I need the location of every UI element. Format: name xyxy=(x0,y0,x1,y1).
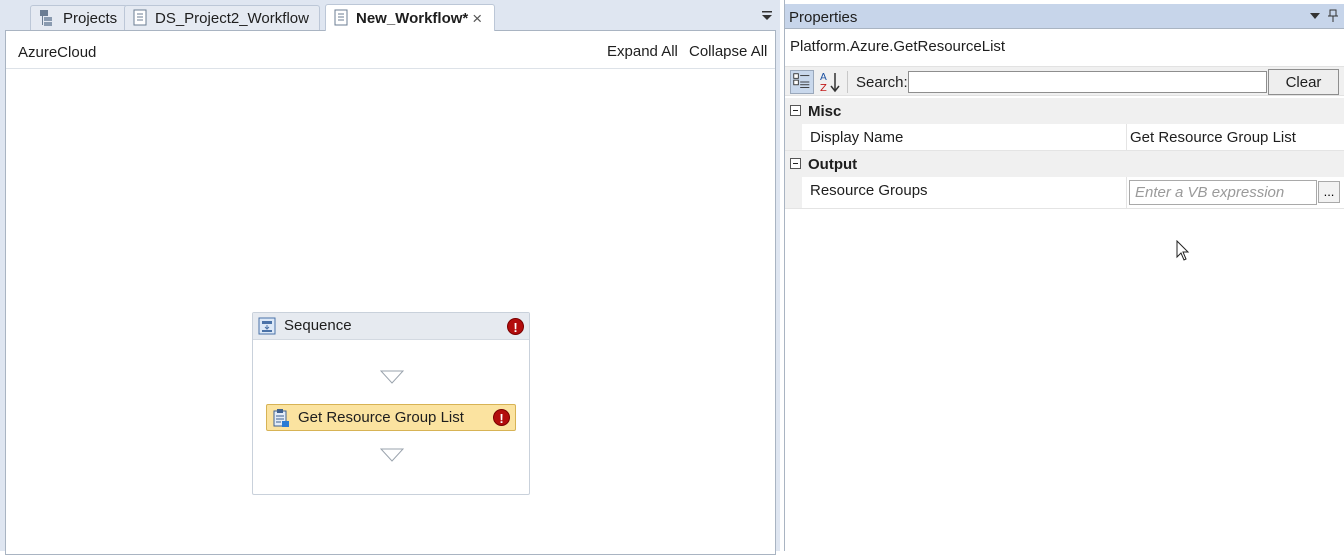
search-label: Search: xyxy=(856,74,908,91)
breadcrumb[interactable]: AzureCloud xyxy=(18,44,96,61)
property-row-resource-groups[interactable]: Resource Groups ... xyxy=(785,177,1344,209)
row-gutter xyxy=(785,124,802,150)
clipboard-list-icon xyxy=(273,409,289,427)
sequence-activity[interactable]: Sequence ! Get Resource Group List ! xyxy=(252,312,530,495)
activity-title: Get Resource Group List xyxy=(298,409,464,426)
property-row-display-name[interactable]: Display Name Get Resource Group List xyxy=(785,124,1344,151)
sort-alphabetical-icon[interactable]: A Z xyxy=(818,70,842,94)
workflow-canvas[interactable]: AzureCloud Expand All Collapse All Seque… xyxy=(5,30,776,555)
category-name: Output xyxy=(808,156,858,173)
category-output[interactable]: Output xyxy=(785,151,1344,177)
property-value[interactable]: Get Resource Group List xyxy=(1130,129,1296,146)
error-icon[interactable]: ! xyxy=(507,318,524,335)
pin-icon[interactable] xyxy=(1327,9,1339,23)
drop-target-arrow-icon[interactable] xyxy=(380,370,404,384)
svg-text:A: A xyxy=(820,72,827,83)
sequence-header[interactable]: Sequence ! xyxy=(253,313,529,340)
tab-label: Projects xyxy=(63,9,118,27)
tab-projects[interactable]: Projects xyxy=(30,5,128,30)
collapse-toggle-icon[interactable] xyxy=(790,105,801,116)
close-icon[interactable]: × xyxy=(472,10,482,27)
column-divider[interactable] xyxy=(1126,177,1127,208)
selected-object-type: Platform.Azure.GetResourceList xyxy=(790,38,1006,55)
tab-label: New_Workflow* xyxy=(356,9,469,27)
properties-panel: Properties Platform.Azure.GetResourceLis… xyxy=(784,0,1344,551)
mouse-cursor-icon xyxy=(1176,240,1190,261)
get-resource-group-list-activity[interactable]: Get Resource Group List ! xyxy=(266,404,516,431)
sequence-title: Sequence xyxy=(284,317,352,334)
workflow-doc-icon xyxy=(133,9,147,26)
collapse-toggle-icon[interactable] xyxy=(790,158,801,169)
drop-target-arrow-icon[interactable] xyxy=(380,448,404,462)
search-input[interactable] xyxy=(908,71,1267,93)
property-name: Resource Groups xyxy=(810,182,928,199)
tab-label: DS_Project2_Workflow xyxy=(155,9,309,27)
panel-title: Properties xyxy=(789,9,858,26)
designer-header: AzureCloud Expand All Collapse All xyxy=(6,31,775,69)
project-tree-icon xyxy=(40,10,52,26)
designer-pane: Projects DS_Project2_Workflow New_Workfl… xyxy=(0,0,780,555)
category-misc[interactable]: Misc xyxy=(785,98,1344,124)
toolbar-separator xyxy=(847,71,848,93)
svg-text:Z: Z xyxy=(820,83,827,94)
error-icon[interactable]: ! xyxy=(493,409,510,426)
collapse-all-button[interactable]: Collapse All xyxy=(689,43,767,60)
properties-title-bar: Properties xyxy=(785,4,1344,29)
column-divider[interactable] xyxy=(1126,124,1127,150)
expand-all-button[interactable]: Expand All xyxy=(607,43,678,60)
clear-button[interactable]: Clear xyxy=(1268,69,1339,95)
properties-toolbar: A Z Search: Clear xyxy=(785,66,1344,96)
tab-ds-project2-workflow[interactable]: DS_Project2_Workflow xyxy=(124,5,320,30)
row-gutter xyxy=(785,177,802,208)
property-grid: Misc Display Name Get Resource Group Lis… xyxy=(785,98,1344,209)
workflow-doc-icon xyxy=(334,9,348,26)
categorized-view-icon[interactable] xyxy=(790,70,814,94)
category-name: Misc xyxy=(808,103,842,120)
tab-new-workflow[interactable]: New_Workflow* × xyxy=(325,4,495,31)
document-tabstrip: Projects DS_Project2_Workflow New_Workfl… xyxy=(0,0,780,31)
tab-list-dropdown-icon[interactable] xyxy=(760,8,774,22)
vb-expression-input[interactable] xyxy=(1129,180,1317,205)
expression-editor-button[interactable]: ... xyxy=(1318,181,1340,203)
sequence-icon xyxy=(258,317,276,335)
panel-menu-dropdown-icon[interactable] xyxy=(1309,9,1321,23)
property-name: Display Name xyxy=(810,129,904,146)
